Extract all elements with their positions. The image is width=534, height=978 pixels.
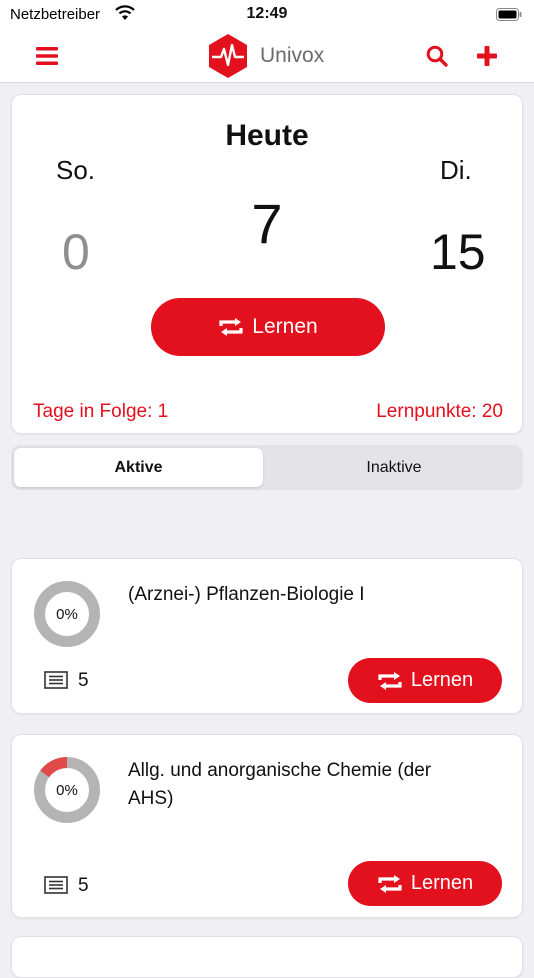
deck-card[interactable]: 0% Allg. und anorganische Chemie (der AH… [11, 734, 523, 918]
learn-button-label: Lernen [410, 872, 474, 894]
card-count: 5 [78, 670, 89, 691]
segment-inactive[interactable]: Inaktive [269, 448, 519, 487]
search-icon [426, 45, 448, 67]
status-bar: Netzbetreiber 12:49 [0, 0, 534, 30]
deck-title: (Arznei-) Pflanzen-Biologie I [128, 584, 365, 605]
card-stack-icon [44, 671, 68, 689]
hamburger-menu-icon [36, 47, 58, 65]
learn-button-label: Lernen [252, 315, 318, 338]
today-summary-card: Heute So. Di. 0 7 15 Lernen Tage in Folg… [11, 94, 523, 434]
today-title: Heute [225, 119, 309, 152]
repeat-icon [377, 874, 403, 893]
plus-icon [477, 46, 497, 66]
app-name: Univox [260, 44, 325, 67]
deck-filter-segmented-control: Aktive Inaktive [11, 445, 523, 490]
card-count: 5 [78, 875, 89, 896]
clock: 12:49 [246, 5, 288, 22]
learning-points-text: Lernpunkte: 20 [376, 401, 503, 422]
learn-button-label: Lernen [410, 669, 474, 691]
deck-title: Allg. und anorganische Chemie (der AHS) [128, 760, 432, 809]
deck-card[interactable] [11, 936, 523, 978]
next-day-count: 15 [430, 224, 486, 280]
progress-percentage: 0% [56, 781, 78, 799]
progress-percentage: 0% [56, 605, 78, 623]
repeat-icon [377, 671, 403, 690]
menu-button[interactable] [30, 30, 64, 82]
card-stack-icon [44, 876, 68, 894]
deck-learn-button[interactable]: Lernen [348, 658, 502, 703]
streak-text: Tage in Folge: 1 [33, 401, 169, 422]
next-day-label: Di. [440, 155, 472, 185]
previous-day-label: So. [56, 155, 96, 185]
search-button[interactable] [420, 30, 454, 82]
deck-card[interactable]: 0% (Arznei-) Pflanzen-Biologie I 5 Lerne… [11, 558, 523, 714]
segment-active[interactable]: Aktive [14, 448, 263, 487]
add-button[interactable] [470, 30, 504, 82]
nav-bar: Univox [0, 30, 534, 83]
learn-button[interactable]: Lernen [151, 298, 385, 356]
deck-learn-button[interactable]: Lernen [348, 861, 502, 906]
battery-icon [496, 8, 522, 21]
app-logo: Univox [204, 30, 324, 82]
univox-logo-icon [209, 34, 247, 78]
repeat-icon [218, 318, 244, 336]
